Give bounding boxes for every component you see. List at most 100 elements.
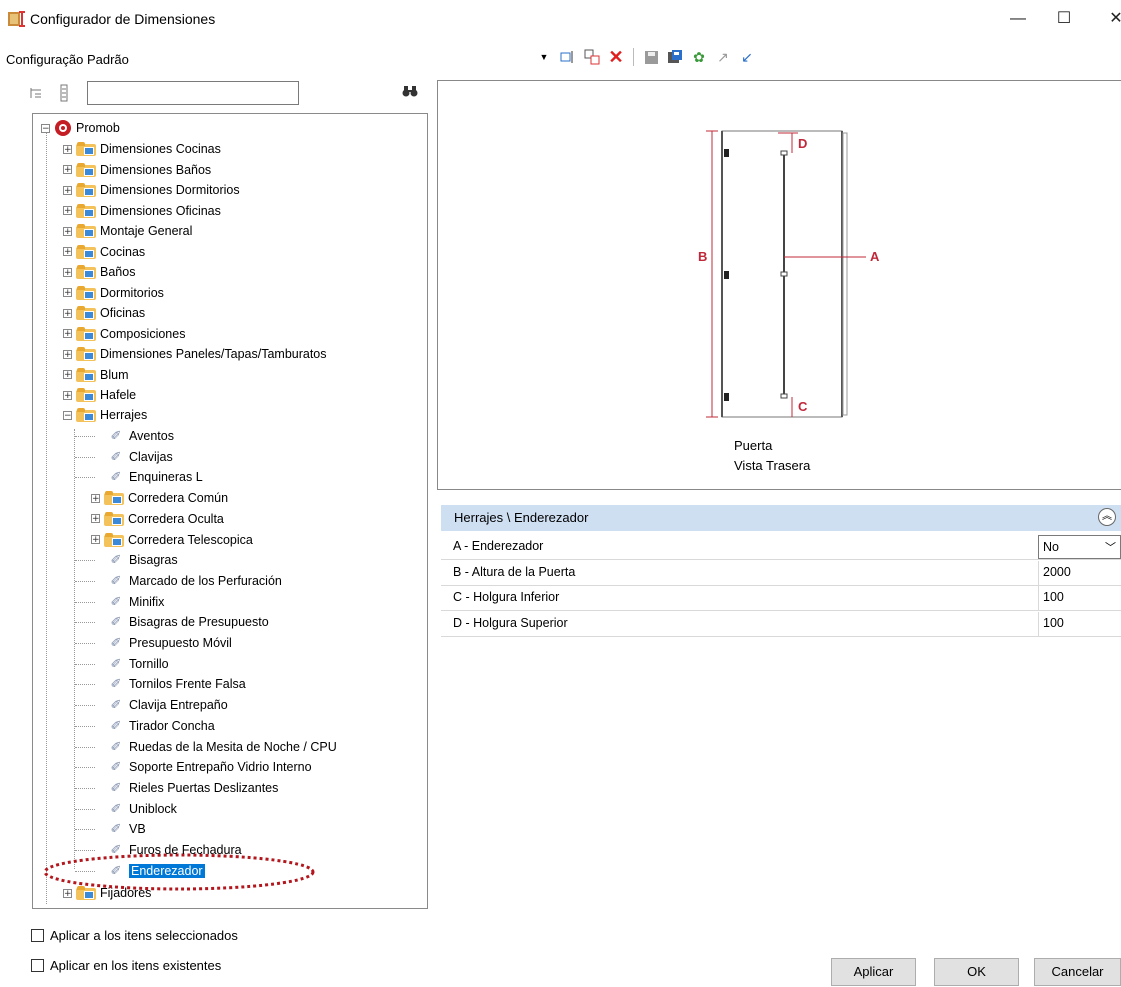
apply-button[interactable]: Aplicar bbox=[831, 958, 916, 986]
tree-node-folder[interactable]: + Baños bbox=[63, 262, 135, 282]
expand-toggle[interactable]: + bbox=[63, 329, 72, 339]
close-button[interactable]: ✕ bbox=[1094, 6, 1121, 32]
property-row[interactable]: D - Holgura Superior 100 bbox=[441, 611, 1121, 637]
configuration-selector[interactable]: Configuração Padrão bbox=[6, 52, 129, 67]
save-icon[interactable] bbox=[642, 48, 660, 66]
tree-node-leaf[interactable]: ✐ Tornillo bbox=[95, 654, 169, 674]
tree-node-folder[interactable]: + Dimensiones Oficinas bbox=[63, 201, 221, 221]
tree-node-folder[interactable]: + Oficinas bbox=[63, 303, 145, 323]
copy-icon[interactable] bbox=[583, 48, 601, 66]
property-row[interactable]: A - Enderezador No ﹀ bbox=[441, 535, 1121, 560]
import-icon[interactable]: ↙ bbox=[738, 48, 756, 66]
tree-node-folder[interactable]: + Corredera Telescopica bbox=[91, 530, 253, 550]
cancel-button[interactable]: Cancelar bbox=[1034, 958, 1121, 986]
tree-node-label: Cocinas bbox=[100, 244, 146, 259]
expand-all-icon[interactable] bbox=[59, 84, 75, 102]
window-title: Configurador de Dimensiones bbox=[30, 11, 216, 27]
folder-icon bbox=[76, 367, 96, 382]
expand-toggle[interactable]: + bbox=[63, 370, 72, 380]
tree-node-folder[interactable]: + Dimensiones Baños bbox=[63, 160, 211, 180]
apply-selected-label: Aplicar a los itens seleccionados bbox=[50, 928, 238, 943]
expand-toggle[interactable]: + bbox=[63, 267, 72, 277]
property-value[interactable]: 2000 bbox=[1038, 560, 1121, 585]
tree-node-leaf[interactable]: ✐ VB bbox=[95, 819, 146, 839]
tree-node-folder[interactable]: + Dimensiones Dormitorios bbox=[63, 180, 240, 200]
tree-node-leaf[interactable]: ✐ Ruedas de la Mesita de Noche / CPU bbox=[95, 737, 337, 757]
binoculars-icon[interactable] bbox=[402, 84, 418, 101]
folder-icon bbox=[104, 491, 124, 506]
collapse-toggle[interactable]: − bbox=[63, 410, 72, 420]
tree-view[interactable]: − Promob − Herrajes + Fijadores + Dimensi… bbox=[32, 113, 428, 909]
tree-node-leaf[interactable]: ✐ Minifix bbox=[95, 592, 165, 612]
tree-node-leaf[interactable]: ✐ Clavijas bbox=[95, 447, 173, 467]
property-row[interactable]: B - Altura de la Puerta 2000 bbox=[441, 560, 1121, 586]
expand-toggle[interactable]: + bbox=[91, 535, 100, 545]
ok-button[interactable]: OK bbox=[934, 958, 1019, 986]
expand-toggle[interactable]: + bbox=[63, 165, 72, 175]
rename-icon[interactable] bbox=[559, 48, 577, 66]
expand-toggle[interactable]: + bbox=[63, 247, 72, 257]
delete-icon[interactable]: ✕ bbox=[607, 47, 625, 67]
tree-node-folder[interactable]: + Blum bbox=[63, 365, 128, 385]
tree-node-leaf[interactable]: ✐ Bisagras bbox=[95, 550, 178, 570]
tree-node-leaf[interactable]: ✐ Enquineras L bbox=[95, 467, 203, 487]
apply-existing-checkbox[interactable] bbox=[31, 959, 44, 972]
tree-node-leaf[interactable]: ✐ Soporte Entrepaño Vidrio Interno bbox=[95, 757, 312, 777]
tree-node-leaf[interactable]: ✐ Tirador Concha bbox=[95, 716, 215, 736]
expand-toggle[interactable]: + bbox=[63, 206, 72, 216]
tree-node-leaf[interactable]: ✐ Marcado de los Perfuración bbox=[95, 571, 282, 591]
tree-node-leaf[interactable]: ✐ Aventos bbox=[95, 426, 174, 446]
expand-toggle[interactable]: + bbox=[63, 308, 72, 318]
tree-node-folder[interactable]: + Corredera Oculta bbox=[91, 509, 224, 529]
property-value[interactable]: 100 bbox=[1038, 586, 1121, 610]
tree-node-leaf[interactable]: ✐ Tornilos Frente Falsa bbox=[95, 674, 246, 694]
tree-node-folder[interactable]: + Cocinas bbox=[63, 242, 145, 262]
apply-existing-option[interactable]: Aplicar en los itens existentes bbox=[31, 958, 221, 973]
export-icon[interactable]: ↗ bbox=[714, 48, 732, 66]
tree-node-leaf[interactable]: ✐ Furos de Fechadura bbox=[95, 840, 242, 860]
search-input[interactable] bbox=[87, 81, 299, 105]
label-b: B bbox=[698, 249, 708, 264]
tree-node-folder[interactable]: + Corredera Común bbox=[91, 488, 228, 508]
tree-node-label: Corredera Telescopica bbox=[128, 532, 253, 547]
property-row[interactable]: C - Holgura Inferior 100 bbox=[441, 586, 1121, 611]
tree-node-leaf[interactable]: ✐ Rieles Puertas Deslizantes bbox=[95, 778, 279, 798]
tree-node-leaf[interactable]: ✐ Bisagras de Presupuesto bbox=[95, 612, 269, 632]
hardware-icon: ✐ bbox=[110, 697, 122, 713]
apply-selected-option[interactable]: Aplicar a los itens seleccionados bbox=[31, 928, 238, 943]
tree-node-leaf[interactable]: ✐ Clavija Entrepaño bbox=[95, 695, 228, 715]
tree-node-folder[interactable]: + Montaje General bbox=[63, 221, 192, 241]
save-as-icon[interactable] bbox=[666, 48, 684, 66]
tree-node-folder[interactable]: + Dimensiones Cocinas bbox=[63, 139, 221, 159]
dropdown-arrow-icon[interactable]: ▼ bbox=[535, 48, 553, 66]
tree-node-leaf[interactable]: ✐ Presupuesto Móvil bbox=[95, 633, 232, 653]
tree-node-folder[interactable]: + Dimensiones Paneles/Tapas/Tamburatos bbox=[63, 344, 327, 364]
property-value[interactable]: 100 bbox=[1038, 611, 1121, 636]
tree-node-folder[interactable]: + Composiciones bbox=[63, 324, 185, 344]
minimize-button[interactable]: — bbox=[996, 6, 1040, 32]
tree-node-label: Enquineras L bbox=[129, 470, 203, 485]
settings-icon[interactable]: ✿ bbox=[690, 48, 708, 66]
expand-toggle[interactable]: + bbox=[63, 349, 72, 359]
expand-toggle[interactable]: + bbox=[91, 493, 100, 503]
tree-node-root[interactable]: − Promob bbox=[41, 118, 120, 138]
collapse-toggle[interactable]: − bbox=[41, 123, 50, 133]
tree-node-label: Tornillo bbox=[129, 656, 169, 671]
tree-node-selected[interactable]: ✐ Enderezador bbox=[95, 861, 205, 881]
collapse-circle-icon[interactable]: ︽ bbox=[1098, 508, 1116, 526]
expand-toggle[interactable]: + bbox=[63, 226, 72, 236]
property-dropdown[interactable]: No ﹀ bbox=[1038, 535, 1121, 559]
apply-selected-checkbox[interactable] bbox=[31, 929, 44, 942]
expand-toggle[interactable]: + bbox=[63, 288, 72, 298]
maximize-button[interactable]: ☐ bbox=[1042, 6, 1086, 32]
expand-toggle[interactable]: + bbox=[63, 390, 72, 400]
tree-node-folder[interactable]: + Hafele bbox=[63, 385, 136, 405]
tree-node-leaf[interactable]: ✐ Uniblock bbox=[95, 799, 177, 819]
property-value-text: 100 bbox=[1043, 590, 1064, 604]
expand-toggle[interactable]: + bbox=[91, 514, 100, 524]
expand-toggle[interactable]: + bbox=[63, 185, 72, 195]
expand-toggle[interactable]: + bbox=[63, 144, 72, 154]
tree-node-folder[interactable]: + Dormitorios bbox=[63, 283, 164, 303]
collapse-all-icon[interactable] bbox=[29, 86, 45, 102]
tree-node-herrajes[interactable]: − Herrajes bbox=[63, 405, 147, 425]
